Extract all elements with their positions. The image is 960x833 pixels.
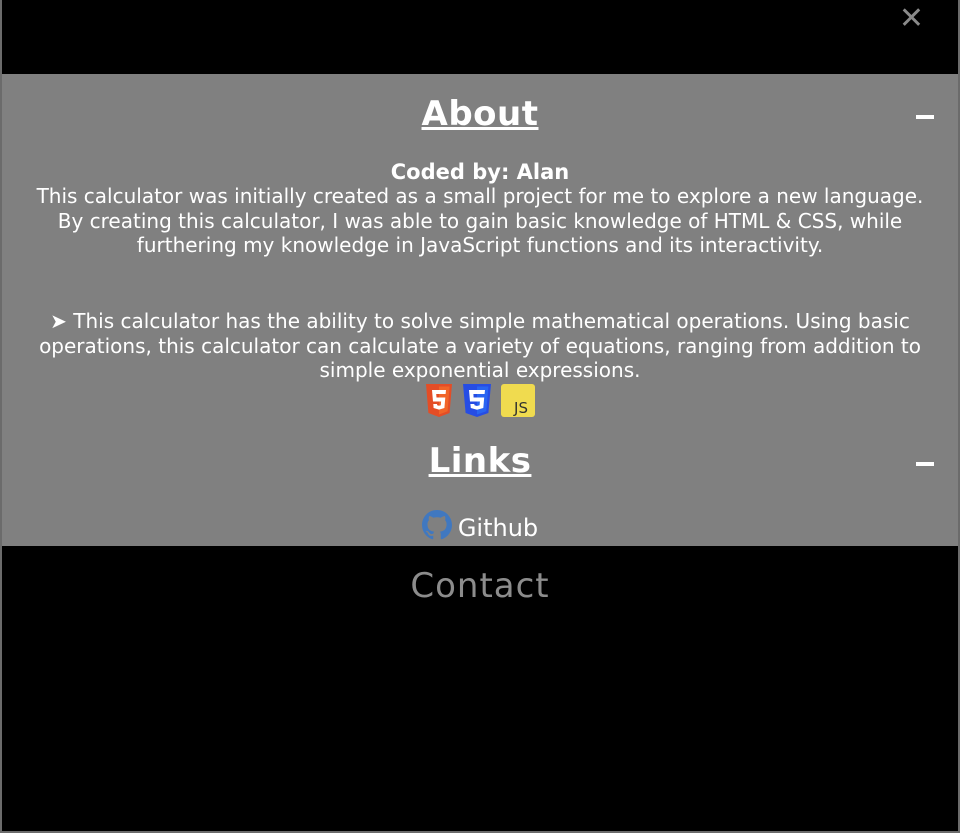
links-collapse-toggle[interactable] xyxy=(916,462,934,466)
close-icon[interactable]: ✕ xyxy=(899,4,924,34)
menu-overlay: ✕ About Coded by: Alan This calculator w… xyxy=(2,0,958,831)
about-collapse-toggle[interactable] xyxy=(916,115,934,119)
javascript-icon: JS xyxy=(500,383,536,422)
about-description: This calculator was initially created as… xyxy=(36,184,924,257)
dropdown-panel: About Coded by: Alan This calculator was… xyxy=(2,74,958,546)
css3-icon xyxy=(460,383,494,422)
author-credit: Coded by: Alan xyxy=(390,160,570,184)
tech-stack-icons: JS xyxy=(2,383,958,422)
html5-icon xyxy=(424,383,454,422)
github-icon xyxy=(421,510,452,546)
github-link-label: Github xyxy=(457,514,539,542)
about-features: ➤ This calculator has the ability to sol… xyxy=(39,309,921,382)
links-heading[interactable]: Links xyxy=(2,441,958,481)
about-heading[interactable]: About xyxy=(2,94,958,134)
github-link[interactable]: Github xyxy=(2,510,958,546)
javascript-icon-label: JS xyxy=(513,399,528,417)
contact-menu-item[interactable]: Contact xyxy=(2,566,958,606)
